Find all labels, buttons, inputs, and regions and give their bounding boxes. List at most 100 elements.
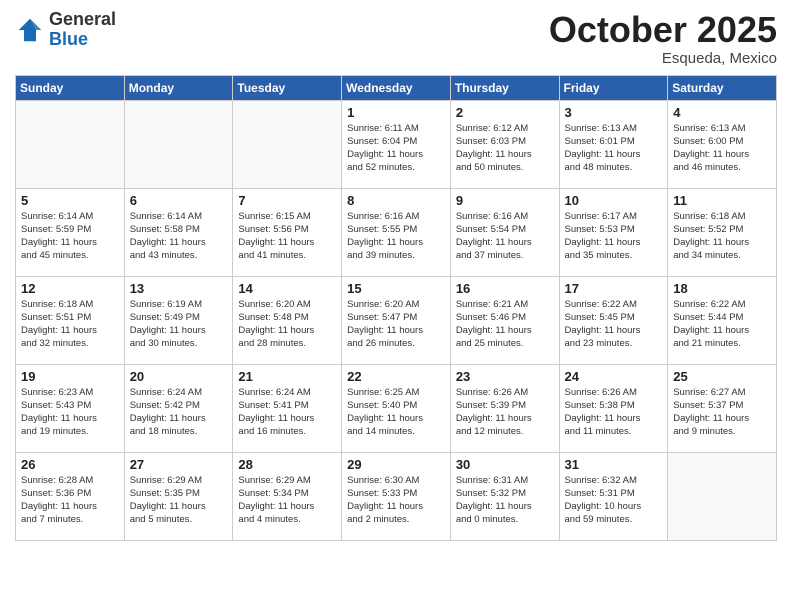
day-number: 4: [673, 105, 771, 120]
day-info: Sunrise: 6:30 AM Sunset: 5:33 PM Dayligh…: [347, 474, 445, 527]
calendar-cell: [233, 100, 342, 188]
header-monday: Monday: [124, 75, 233, 100]
calendar-cell: [668, 452, 777, 540]
day-info: Sunrise: 6:14 AM Sunset: 5:58 PM Dayligh…: [130, 210, 228, 263]
day-info: Sunrise: 6:32 AM Sunset: 5:31 PM Dayligh…: [565, 474, 663, 527]
logo-general: General: [49, 10, 116, 30]
calendar-cell: 24 Sunrise: 6:26 AM Sunset: 5:38 PM Dayli…: [559, 364, 668, 452]
calendar-cell: 4 Sunrise: 6:13 AM Sunset: 6:00 PM Daylig…: [668, 100, 777, 188]
logo-text: General Blue: [49, 10, 116, 50]
day-info: Sunrise: 6:27 AM Sunset: 5:37 PM Dayligh…: [673, 386, 771, 439]
calendar-cell: 6 Sunrise: 6:14 AM Sunset: 5:58 PM Daylig…: [124, 188, 233, 276]
day-info: Sunrise: 6:22 AM Sunset: 5:45 PM Dayligh…: [565, 298, 663, 351]
header-tuesday: Tuesday: [233, 75, 342, 100]
day-number: 9: [456, 193, 554, 208]
week-row-3: 19Sunrise: 6:23 AM Sunset: 5:43 PM Dayli…: [16, 364, 777, 452]
calendar-cell: 7 Sunrise: 6:15 AM Sunset: 5:56 PM Daylig…: [233, 188, 342, 276]
calendar-cell: 14 Sunrise: 6:20 AM Sunset: 5:48 PM Dayli…: [233, 276, 342, 364]
calendar-cell: 5 Sunrise: 6:14 AM Sunset: 5:59 PM Daylig…: [16, 188, 125, 276]
day-number: 1: [347, 105, 445, 120]
logo-blue: Blue: [49, 30, 116, 50]
calendar-cell: 15Sunrise: 6:20 AM Sunset: 5:47 PM Dayli…: [342, 276, 451, 364]
day-number: 17: [565, 281, 663, 296]
day-info: Sunrise: 6:19 AM Sunset: 5:49 PM Dayligh…: [130, 298, 228, 351]
day-number: 11: [673, 193, 771, 208]
day-number: 14: [238, 281, 336, 296]
day-info: Sunrise: 6:29 AM Sunset: 5:35 PM Dayligh…: [130, 474, 228, 527]
calendar-cell: 28Sunrise: 6:29 AM Sunset: 5:34 PM Dayli…: [233, 452, 342, 540]
day-number: 31: [565, 457, 663, 472]
day-number: 27: [130, 457, 228, 472]
day-number: 13: [130, 281, 228, 296]
calendar-cell: 17 Sunrise: 6:22 AM Sunset: 5:45 PM Dayli…: [559, 276, 668, 364]
calendar-cell: 18Sunrise: 6:22 AM Sunset: 5:44 PM Dayli…: [668, 276, 777, 364]
header-thursday: Thursday: [450, 75, 559, 100]
day-info: Sunrise: 6:24 AM Sunset: 5:41 PM Dayligh…: [238, 386, 336, 439]
calendar-cell: 10Sunrise: 6:17 AM Sunset: 5:53 PM Dayli…: [559, 188, 668, 276]
day-number: 6: [130, 193, 228, 208]
calendar-cell: 20 Sunrise: 6:24 AM Sunset: 5:42 PM Dayli…: [124, 364, 233, 452]
day-number: 7: [238, 193, 336, 208]
calendar-cell: 16 Sunrise: 6:21 AM Sunset: 5:46 PM Dayli…: [450, 276, 559, 364]
day-number: 18: [673, 281, 771, 296]
day-info: Sunrise: 6:12 AM Sunset: 6:03 PM Dayligh…: [456, 122, 554, 175]
day-number: 16: [456, 281, 554, 296]
calendar-cell: 23 Sunrise: 6:26 AM Sunset: 5:39 PM Dayli…: [450, 364, 559, 452]
calendar-cell: 8 Sunrise: 6:16 AM Sunset: 5:55 PM Daylig…: [342, 188, 451, 276]
week-row-2: 12 Sunrise: 6:18 AM Sunset: 5:51 PM Dayli…: [16, 276, 777, 364]
week-row-4: 26Sunrise: 6:28 AM Sunset: 5:36 PM Dayli…: [16, 452, 777, 540]
day-info: Sunrise: 6:11 AM Sunset: 6:04 PM Dayligh…: [347, 122, 445, 175]
day-number: 29: [347, 457, 445, 472]
day-info: Sunrise: 6:20 AM Sunset: 5:47 PM Dayligh…: [347, 298, 445, 351]
day-info: Sunrise: 6:21 AM Sunset: 5:46 PM Dayligh…: [456, 298, 554, 351]
day-info: Sunrise: 6:13 AM Sunset: 6:01 PM Dayligh…: [565, 122, 663, 175]
day-number: 24: [565, 369, 663, 384]
day-number: 10: [565, 193, 663, 208]
title-block: October 2025 Esqueda, Mexico: [549, 10, 777, 67]
page-header: General Blue October 2025 Esqueda, Mexic…: [15, 10, 777, 67]
day-number: 22: [347, 369, 445, 384]
logo-icon: [15, 15, 45, 45]
calendar-cell: 21 Sunrise: 6:24 AM Sunset: 5:41 PM Dayli…: [233, 364, 342, 452]
week-row-1: 5 Sunrise: 6:14 AM Sunset: 5:59 PM Daylig…: [16, 188, 777, 276]
day-number: 5: [21, 193, 119, 208]
day-info: Sunrise: 6:26 AM Sunset: 5:38 PM Dayligh…: [565, 386, 663, 439]
day-info: Sunrise: 6:31 AM Sunset: 5:32 PM Dayligh…: [456, 474, 554, 527]
day-number: 12: [21, 281, 119, 296]
calendar-cell: 31 Sunrise: 6:32 AM Sunset: 5:31 PM Dayli…: [559, 452, 668, 540]
day-number: 8: [347, 193, 445, 208]
day-number: 21: [238, 369, 336, 384]
calendar-cell: 26Sunrise: 6:28 AM Sunset: 5:36 PM Dayli…: [16, 452, 125, 540]
day-info: Sunrise: 6:18 AM Sunset: 5:51 PM Dayligh…: [21, 298, 119, 351]
day-number: 3: [565, 105, 663, 120]
calendar-cell: 30 Sunrise: 6:31 AM Sunset: 5:32 PM Dayli…: [450, 452, 559, 540]
day-info: Sunrise: 6:15 AM Sunset: 5:56 PM Dayligh…: [238, 210, 336, 263]
calendar-cell: [16, 100, 125, 188]
day-info: Sunrise: 6:29 AM Sunset: 5:34 PM Dayligh…: [238, 474, 336, 527]
calendar-cell: 13 Sunrise: 6:19 AM Sunset: 5:49 PM Dayli…: [124, 276, 233, 364]
day-number: 23: [456, 369, 554, 384]
location: Esqueda, Mexico: [549, 50, 777, 67]
day-number: 30: [456, 457, 554, 472]
day-info: Sunrise: 6:16 AM Sunset: 5:55 PM Dayligh…: [347, 210, 445, 263]
calendar-cell: 22 Sunrise: 6:25 AM Sunset: 5:40 PM Dayli…: [342, 364, 451, 452]
week-row-0: 1 Sunrise: 6:11 AM Sunset: 6:04 PM Daylig…: [16, 100, 777, 188]
day-info: Sunrise: 6:14 AM Sunset: 5:59 PM Dayligh…: [21, 210, 119, 263]
day-number: 20: [130, 369, 228, 384]
calendar-cell: 3 Sunrise: 6:13 AM Sunset: 6:01 PM Daylig…: [559, 100, 668, 188]
calendar-cell: 12 Sunrise: 6:18 AM Sunset: 5:51 PM Dayli…: [16, 276, 125, 364]
day-info: Sunrise: 6:25 AM Sunset: 5:40 PM Dayligh…: [347, 386, 445, 439]
calendar-cell: 11Sunrise: 6:18 AM Sunset: 5:52 PM Dayli…: [668, 188, 777, 276]
day-info: Sunrise: 6:20 AM Sunset: 5:48 PM Dayligh…: [238, 298, 336, 351]
calendar-table: SundayMondayTuesdayWednesdayThursdayFrid…: [15, 75, 777, 541]
calendar-cell: 19Sunrise: 6:23 AM Sunset: 5:43 PM Dayli…: [16, 364, 125, 452]
month-title: October 2025: [549, 10, 777, 50]
day-info: Sunrise: 6:28 AM Sunset: 5:36 PM Dayligh…: [21, 474, 119, 527]
calendar-cell: 27 Sunrise: 6:29 AM Sunset: 5:35 PM Dayli…: [124, 452, 233, 540]
day-info: Sunrise: 6:13 AM Sunset: 6:00 PM Dayligh…: [673, 122, 771, 175]
day-info: Sunrise: 6:26 AM Sunset: 5:39 PM Dayligh…: [456, 386, 554, 439]
calendar-cell: 9Sunrise: 6:16 AM Sunset: 5:54 PM Daylig…: [450, 188, 559, 276]
calendar-cell: [124, 100, 233, 188]
day-info: Sunrise: 6:24 AM Sunset: 5:42 PM Dayligh…: [130, 386, 228, 439]
logo: General Blue: [15, 10, 116, 50]
